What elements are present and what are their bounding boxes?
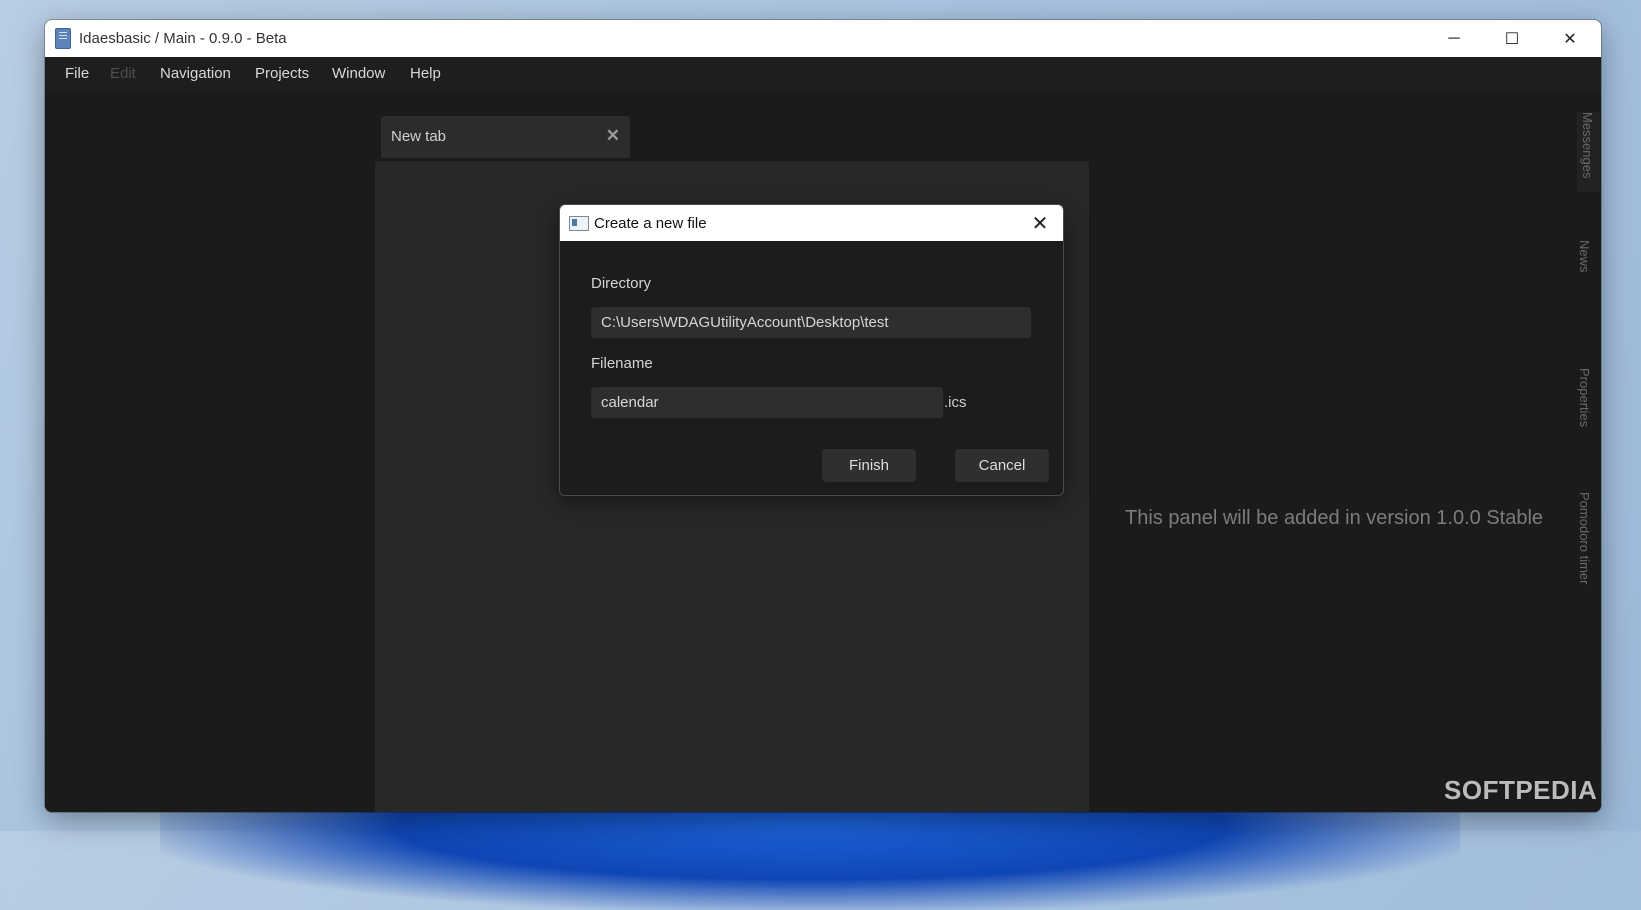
maximize-icon: ☐ xyxy=(1504,30,1520,48)
file-extension-label: .ics xyxy=(944,394,967,411)
tab-new-tab[interactable]: New tab ✕ xyxy=(381,116,630,158)
menu-edit: Edit xyxy=(110,65,136,82)
directory-input[interactable] xyxy=(591,307,1031,338)
side-tab-properties[interactable]: Properties xyxy=(1577,368,1592,427)
softpedia-watermark-logo: SOFTPEDIA xyxy=(1444,775,1598,805)
right-panel-message: This panel will be added in version 1.0.… xyxy=(1125,507,1544,529)
side-tab-pomodoro-timer[interactable]: Pomodoro timer xyxy=(1577,492,1592,584)
side-tab-messenges[interactable]: Messenges xyxy=(1577,112,1600,193)
cancel-button[interactable]: Cancel xyxy=(955,449,1049,482)
finish-button[interactable]: Finish xyxy=(822,449,916,482)
menu-projects[interactable]: Projects xyxy=(255,65,309,82)
dialog-title: Create a new file xyxy=(594,215,707,232)
filename-label: Filename xyxy=(591,355,653,372)
maximize-button[interactable]: ☐ xyxy=(1483,20,1541,57)
directory-label: Directory xyxy=(591,275,652,292)
menu-window[interactable]: Window xyxy=(332,65,385,82)
window-icon xyxy=(569,216,589,231)
tab-label: New tab xyxy=(391,128,447,145)
side-tab-bar: Messenges News Properties Pomodoro timer xyxy=(1573,112,1601,672)
menu-navigation[interactable]: Navigation xyxy=(160,65,231,82)
menu-help[interactable]: Help xyxy=(410,65,441,82)
menu-bar: File Edit Navigation Projects Window Hel… xyxy=(45,57,1601,90)
filename-input[interactable] xyxy=(591,387,943,418)
close-icon: ✕ xyxy=(1563,30,1577,48)
close-window-button[interactable]: ✕ xyxy=(1541,20,1599,57)
title-bar[interactable]: Idaesbasic / Main - 0.9.0 - Beta ─ ☐ ✕ xyxy=(45,20,1601,57)
minimize-icon: ─ xyxy=(1448,29,1460,47)
create-file-dialog: Create a new file ✕ Directory Filename .… xyxy=(559,204,1064,496)
tab-close-icon[interactable]: ✕ xyxy=(606,126,620,146)
book-icon xyxy=(55,28,71,49)
dialog-close-button[interactable]: ✕ xyxy=(1027,210,1053,236)
dialog-title-bar[interactable]: Create a new file ✕ xyxy=(560,205,1063,241)
side-tab-news[interactable]: News xyxy=(1577,240,1592,273)
window-title: Idaesbasic / Main - 0.9.0 - Beta xyxy=(79,30,287,47)
close-icon: ✕ xyxy=(1031,212,1049,235)
menu-file[interactable]: File xyxy=(65,65,89,82)
minimize-button[interactable]: ─ xyxy=(1425,20,1483,57)
